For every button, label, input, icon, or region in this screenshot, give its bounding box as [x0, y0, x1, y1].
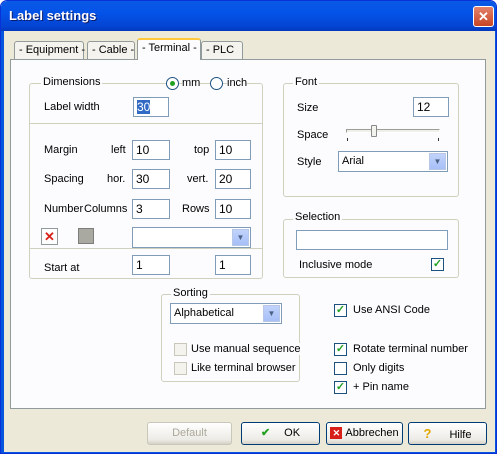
font-style-value: Arial	[342, 155, 365, 167]
font-style-select[interactable]: Arial ▼	[338, 151, 448, 172]
columns-label: Columns	[84, 203, 128, 215]
unit-inch-radio[interactable]	[210, 77, 223, 90]
tab-equipment[interactable]: - Equipment -	[14, 41, 86, 59]
slider-tick	[347, 138, 348, 141]
pin-name-checkbox[interactable]: ✓	[334, 381, 347, 394]
help-button[interactable]: ? Hilfe	[408, 422, 487, 445]
chevron-down-icon[interactable]: ▼	[429, 153, 446, 170]
spacing-vert-label: vert.	[187, 173, 209, 185]
label-settings-window: Label settings ✕ - Equipment - - Cable -…	[0, 0, 497, 454]
font-space-label: Space	[297, 129, 329, 141]
rotate-number-label: Rotate terminal number	[353, 343, 468, 355]
chevron-down-icon[interactable]: ▼	[263, 305, 280, 322]
like-browser-checkbox[interactable]	[174, 362, 187, 375]
dimensions-combo[interactable]: ▼	[132, 227, 251, 248]
tab-cable-label: - Cable -	[92, 44, 135, 56]
margin-left-input[interactable]: 10	[132, 140, 170, 160]
spacing-hor-input[interactable]: 30	[132, 169, 170, 189]
rows-label: Rows	[182, 203, 210, 215]
dimensions-separator-top	[30, 123, 262, 124]
start-at-input-1[interactable]: 1	[132, 255, 170, 275]
dimensions-group-label: Dimensions	[41, 76, 103, 88]
label-width-input[interactable]: 30	[133, 97, 169, 117]
font-group-label: Font	[293, 76, 320, 88]
rotate-number-checkbox[interactable]: ✓	[334, 343, 347, 356]
close-icon: ✕	[478, 9, 489, 24]
tab-terminal[interactable]: - Terminal -	[137, 38, 201, 60]
margin-top-label: top	[194, 144, 210, 156]
spacing-label: Spacing	[44, 173, 84, 185]
label-width-label: Label width	[44, 101, 100, 113]
slider-tick	[438, 138, 439, 141]
sorting-select[interactable]: Alphabetical ▼	[170, 303, 282, 324]
pin-name-label: + Pin name	[353, 381, 409, 393]
color-swatch-icon[interactable]	[78, 228, 94, 244]
font-size-input[interactable]: 12	[413, 97, 449, 117]
inclusive-mode-label: Inclusive mode	[299, 259, 373, 271]
sorting-group-label: Sorting	[171, 287, 210, 299]
manual-sequence-checkbox[interactable]	[174, 343, 187, 356]
margin-left-label: left	[111, 144, 126, 156]
delete-glyph: ✕	[44, 229, 55, 244]
cancel-button[interactable]: ✕ Abbrechen	[326, 422, 403, 445]
tab-equipment-label: - Equipment -	[19, 44, 86, 56]
selection-input[interactable]	[296, 230, 448, 250]
close-button[interactable]: ✕	[473, 6, 494, 27]
only-digits-checkbox[interactable]	[334, 362, 347, 375]
margin-label: Margin	[44, 144, 78, 156]
tab-plc-label: - PLC	[206, 44, 235, 56]
columns-input[interactable]: 3	[132, 199, 170, 219]
ok-button[interactable]: ✔ OK	[241, 422, 320, 445]
slider-thumb[interactable]	[371, 125, 378, 137]
like-browser-label: Like terminal browser	[191, 362, 296, 374]
unit-inch-label: inch	[227, 77, 248, 89]
default-button-label: Default	[172, 427, 207, 439]
delete-icon[interactable]: ✕	[41, 228, 58, 245]
chevron-down-icon[interactable]: ▼	[232, 229, 249, 246]
help-button-label: Hilfe	[449, 429, 472, 441]
font-size-label: Size	[297, 102, 319, 114]
spacing-vert-input[interactable]: 20	[215, 169, 251, 189]
slider-track	[346, 129, 440, 133]
help-icon: ?	[423, 426, 432, 441]
default-button[interactable]: Default	[147, 422, 232, 445]
tab-cable[interactable]: - Cable -	[87, 41, 135, 59]
only-digits-label: Only digits	[353, 362, 405, 374]
cancel-button-label: Abbrechen	[345, 427, 399, 439]
tab-terminal-label: - Terminal -	[142, 42, 197, 54]
dimensions-separator-bottom	[30, 248, 262, 249]
start-at-label: Start at	[44, 262, 80, 274]
sorting-value: Alphabetical	[174, 307, 234, 319]
rows-input[interactable]: 10	[215, 199, 251, 219]
ansi-code-label: Use ANSI Code	[353, 304, 431, 316]
check-icon: ✔	[260, 427, 271, 439]
font-style-label: Style	[297, 156, 322, 168]
spacing-hor-label: hor.	[107, 173, 126, 185]
title-bar[interactable]: Label settings ✕	[1, 1, 496, 31]
inclusive-mode-checkbox[interactable]: ✓	[431, 258, 444, 271]
number-label: Number	[44, 203, 84, 215]
label-width-value: 30	[137, 100, 151, 114]
margin-top-input[interactable]: 10	[215, 140, 251, 160]
cancel-icon: ✕	[330, 427, 343, 440]
window-title: Label settings	[9, 8, 97, 23]
ok-button-label: OK	[284, 427, 301, 439]
unit-mm-label: mm	[182, 77, 201, 89]
selection-group-label: Selection	[293, 211, 343, 223]
unit-mm-radio[interactable]	[166, 77, 179, 90]
manual-sequence-label: Use manual sequence	[191, 343, 301, 355]
window-border-left	[1, 31, 4, 453]
start-at-input-2[interactable]: 1	[215, 255, 251, 275]
ansi-code-checkbox[interactable]: ✓	[334, 304, 347, 317]
tab-plc[interactable]: - PLC	[201, 41, 243, 59]
